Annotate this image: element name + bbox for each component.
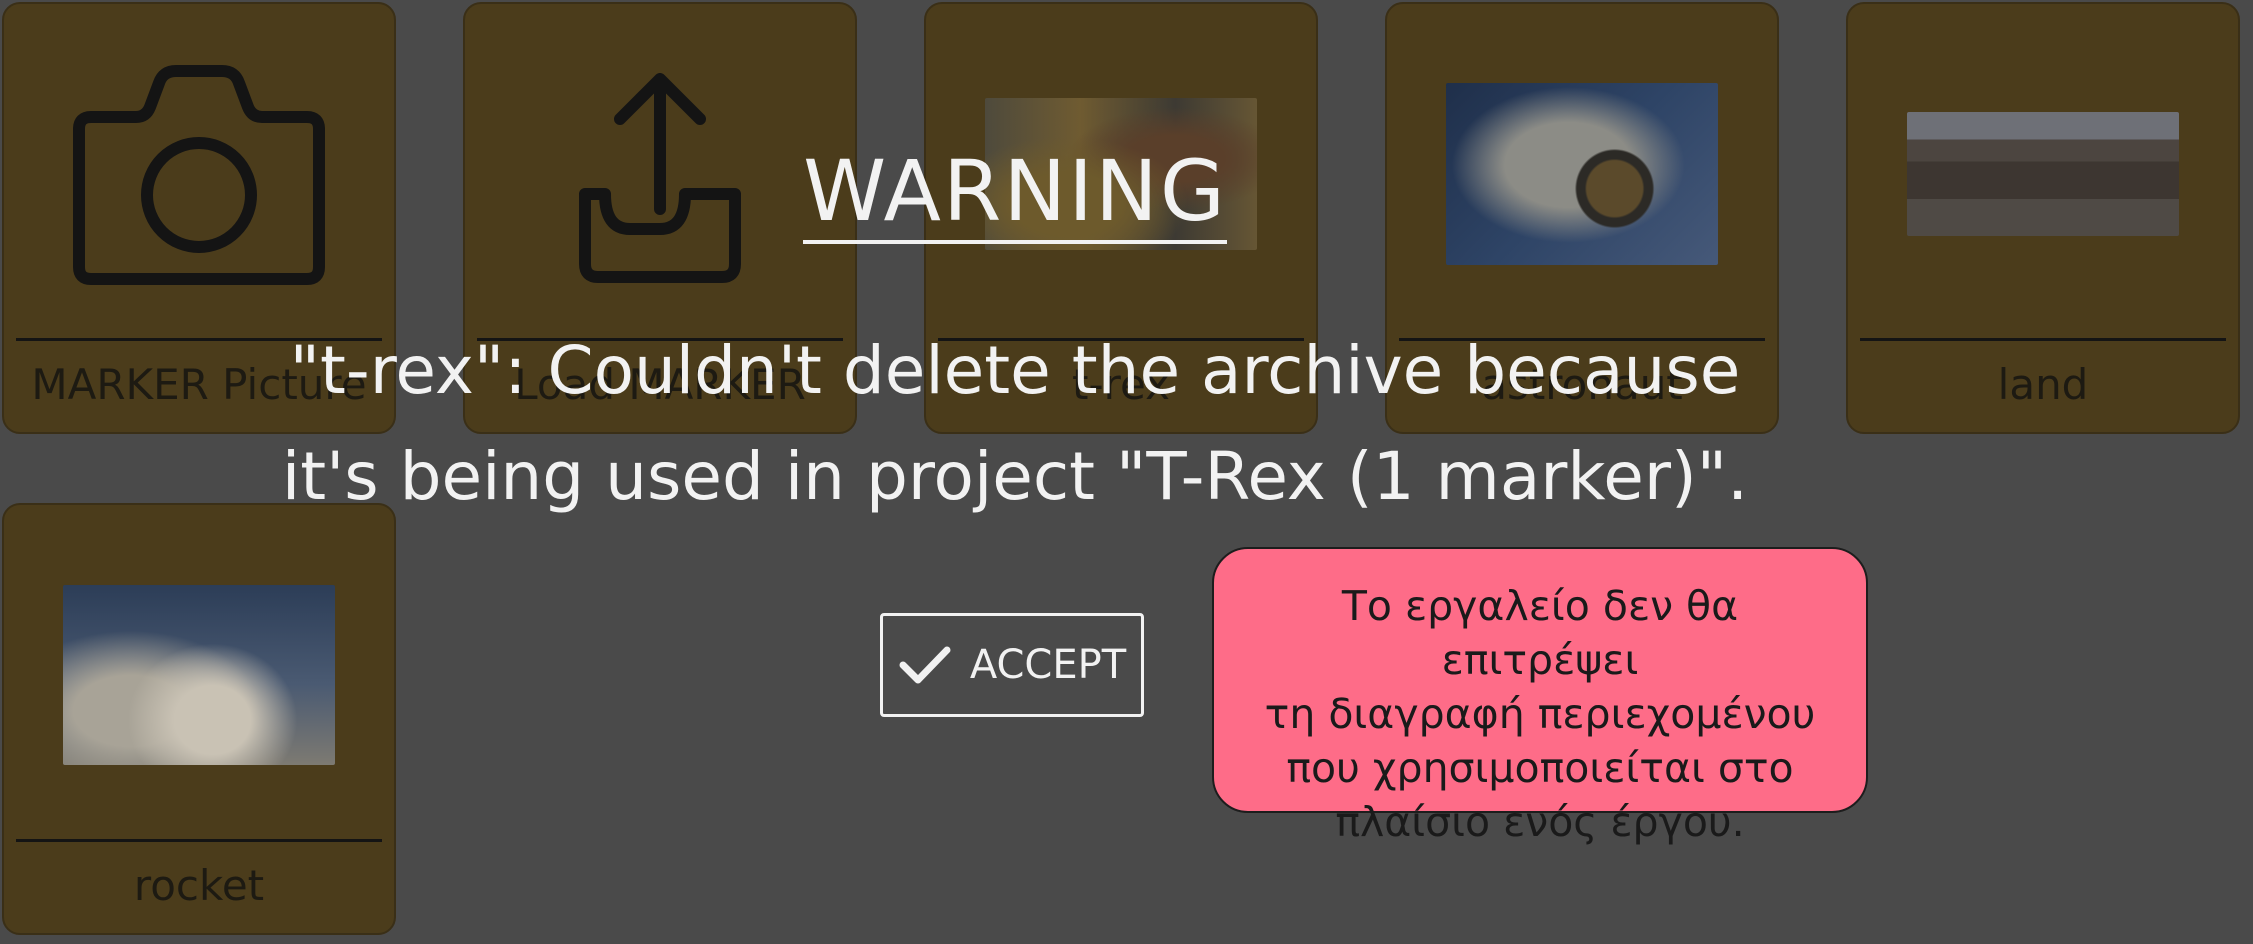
annotation-note: Το εργαλείο δεν θα επιτρέψει τη διαγραφή… — [1212, 547, 1868, 846]
message-line-2: it's being used in project "T-Rex (1 mar… — [281, 438, 1749, 515]
note-line-1: Το εργαλείο δεν θα επιτρέψει — [1341, 582, 1739, 684]
note-line-2: τη διαγραφή περιεχομένου — [1264, 690, 1816, 738]
card-label: rocket — [133, 861, 265, 910]
card-divider — [16, 839, 382, 842]
rocket-photo — [63, 585, 335, 765]
message-line-1: "t-rex": Couldn't delete the archive bec… — [289, 332, 1741, 409]
accept-button[interactable]: ACCEPT — [880, 613, 1144, 717]
dialog-message: "t-rex": Couldn't delete the archive bec… — [0, 318, 2030, 530]
dialog-title: WARNING — [0, 142, 2030, 244]
checkmark-icon — [899, 646, 951, 684]
note-line-4: πλαίσιο ενός έργου. — [1335, 798, 1745, 846]
dialog-title-text: WARNING — [803, 142, 1227, 244]
accept-label: ACCEPT — [969, 642, 1127, 688]
note-line-3: που χρησιμοποιείται στο — [1286, 744, 1794, 792]
rocket-card[interactable]: rocket — [2, 503, 396, 935]
